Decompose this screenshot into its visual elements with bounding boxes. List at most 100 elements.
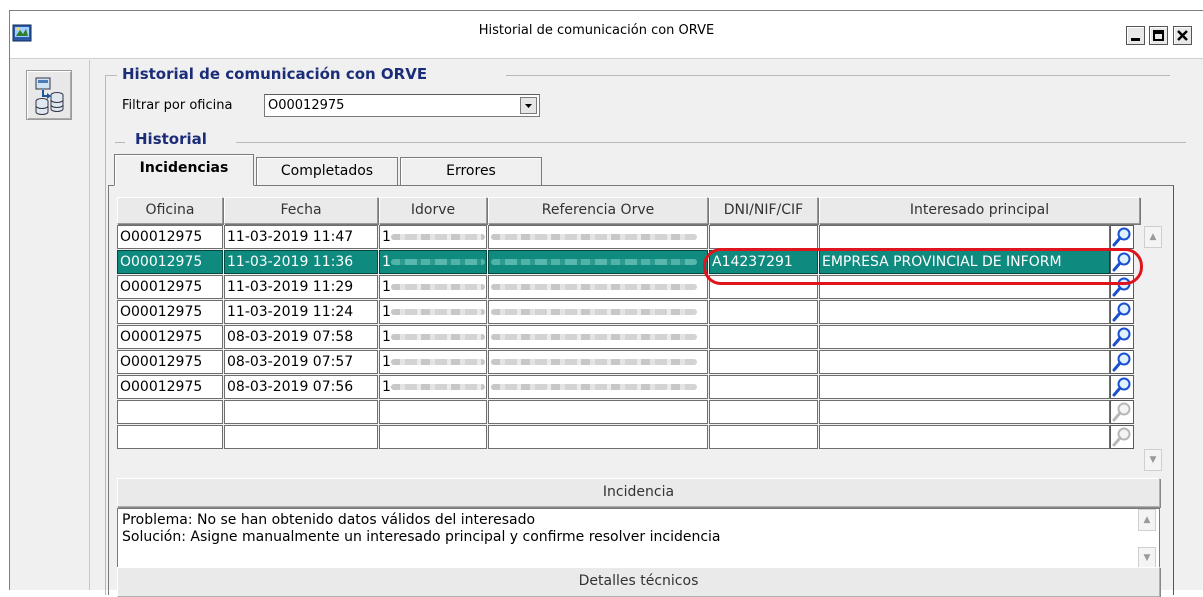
- magnifier-icon[interactable]: [1110, 350, 1134, 374]
- scroll-up-icon[interactable]: ▲: [1138, 509, 1156, 531]
- cell-dni[interactable]: [709, 375, 818, 399]
- redacted-value: [491, 334, 697, 340]
- cell-oficina-text: O00012975: [120, 254, 203, 270]
- dropdown-arrow-icon[interactable]: [520, 97, 537, 114]
- redacted-value: [390, 234, 485, 240]
- cell-dni[interactable]: [709, 425, 818, 449]
- cell-idorve[interactable]: 1: [379, 225, 487, 249]
- minimize-button[interactable]: [1126, 26, 1145, 45]
- magnifier-icon[interactable]: [1110, 325, 1134, 349]
- cell-interesado[interactable]: [819, 375, 1110, 399]
- redacted-value: [390, 334, 485, 340]
- cell-referencia[interactable]: [488, 375, 708, 399]
- cell-idorve[interactable]: 1: [379, 250, 487, 274]
- cell-referencia[interactable]: [488, 325, 708, 349]
- left-toolbar: [10, 60, 90, 590]
- cell-oficina[interactable]: [117, 425, 223, 449]
- column-header-fecha[interactable]: Fecha: [224, 197, 378, 224]
- maximize-icon: [1153, 30, 1164, 41]
- office-filter-select[interactable]: O00012975: [264, 94, 540, 117]
- group-border: [105, 75, 106, 595]
- cell-oficina[interactable]: [117, 400, 223, 424]
- cell-idorve-text: 1: [382, 354, 391, 370]
- cell-oficina[interactable]: O00012975: [117, 325, 223, 349]
- cell-oficina[interactable]: O00012975: [117, 350, 223, 374]
- maximize-button[interactable]: [1149, 26, 1168, 45]
- window-title: Historial de comunicación con ORVE: [478, 23, 715, 38]
- column-header-dni[interactable]: DNI/NIF/CIF: [709, 197, 818, 224]
- magnifier-icon[interactable]: [1110, 225, 1134, 249]
- redacted-value: [390, 259, 485, 265]
- cell-idorve[interactable]: 1: [379, 325, 487, 349]
- cell-dni[interactable]: [709, 400, 818, 424]
- cell-idorve[interactable]: 1: [379, 350, 487, 374]
- cell-fecha[interactable]: [224, 400, 378, 424]
- cell-referencia[interactable]: [488, 400, 708, 424]
- magnifier-icon[interactable]: [1110, 400, 1134, 424]
- annotation-highlight-circle: [703, 248, 1143, 285]
- cell-idorve-text: 1: [382, 279, 391, 295]
- scroll-down-icon[interactable]: ▼: [1144, 449, 1162, 471]
- cell-referencia[interactable]: [488, 225, 708, 249]
- column-header-idorve[interactable]: Idorve: [379, 197, 487, 224]
- magnifier-icon[interactable]: [1110, 300, 1134, 324]
- cell-referencia[interactable]: [488, 350, 708, 374]
- cell-fecha[interactable]: 08-03-2019 07:58: [224, 325, 378, 349]
- cell-fecha-text: 11-03-2019 11:24: [227, 304, 354, 320]
- incidencia-scrollbar[interactable]: ▲ ▼: [1138, 509, 1158, 569]
- cell-oficina[interactable]: O00012975: [117, 300, 223, 324]
- cell-idorve[interactable]: 1: [379, 300, 487, 324]
- scroll-down-icon[interactable]: ▼: [1138, 547, 1156, 569]
- cell-referencia[interactable]: [488, 275, 708, 299]
- column-header-oficina[interactable]: Oficina: [117, 197, 223, 224]
- group-border: [105, 75, 117, 76]
- cell-interesado[interactable]: [819, 350, 1110, 374]
- cell-fecha-text: 11-03-2019 11:29: [227, 279, 354, 295]
- magnifier-icon[interactable]: [1110, 375, 1134, 399]
- redacted-value: [491, 259, 697, 265]
- cell-fecha[interactable]: 08-03-2019 07:56: [224, 375, 378, 399]
- close-button[interactable]: [1173, 26, 1192, 45]
- detalles-header: Detalles técnicos: [117, 567, 1160, 597]
- tab-incidencias[interactable]: Incidencias: [114, 154, 254, 186]
- database-transfer-button[interactable]: [26, 70, 72, 120]
- table-scrollbar[interactable]: ▲ ▼: [1143, 225, 1163, 473]
- cell-oficina[interactable]: O00012975: [117, 250, 223, 274]
- cell-fecha[interactable]: 11-03-2019 11:36: [224, 250, 378, 274]
- cell-idorve[interactable]: 1: [379, 375, 487, 399]
- cell-fecha[interactable]: 08-03-2019 07:57: [224, 350, 378, 374]
- cell-oficina-text: O00012975: [120, 379, 203, 395]
- cell-idorve[interactable]: [379, 400, 487, 424]
- cell-fecha[interactable]: 11-03-2019 11:24: [224, 300, 378, 324]
- cell-idorve-text: 1: [382, 229, 391, 245]
- cell-oficina[interactable]: O00012975: [117, 375, 223, 399]
- scroll-up-icon[interactable]: ▲: [1144, 226, 1162, 248]
- cell-fecha[interactable]: 11-03-2019 11:29: [224, 275, 378, 299]
- cell-interesado[interactable]: [819, 425, 1110, 449]
- cell-idorve-text: 1: [382, 379, 391, 395]
- cell-oficina[interactable]: O00012975: [117, 225, 223, 249]
- cell-fecha[interactable]: 11-03-2019 11:47: [224, 225, 378, 249]
- column-header-interesado[interactable]: Interesado principal: [819, 197, 1140, 224]
- cell-referencia[interactable]: [488, 250, 708, 274]
- cell-dni[interactable]: [709, 225, 818, 249]
- magnifier-icon[interactable]: [1110, 425, 1134, 449]
- cell-oficina[interactable]: O00012975: [117, 275, 223, 299]
- cell-referencia[interactable]: [488, 425, 708, 449]
- database-transfer-icon: [35, 77, 64, 115]
- cell-interesado[interactable]: [819, 325, 1110, 349]
- cell-dni[interactable]: [709, 300, 818, 324]
- cell-idorve[interactable]: [379, 425, 487, 449]
- column-header-referencia[interactable]: Referencia Orve: [488, 197, 708, 224]
- cell-dni[interactable]: [709, 325, 818, 349]
- cell-interesado[interactable]: [819, 400, 1110, 424]
- cell-fecha[interactable]: [224, 425, 378, 449]
- cell-referencia[interactable]: [488, 300, 708, 324]
- tab-errores[interactable]: Errores: [400, 157, 542, 185]
- cell-idorve[interactable]: 1: [379, 275, 487, 299]
- cell-interesado[interactable]: [819, 225, 1110, 249]
- cell-interesado[interactable]: [819, 300, 1110, 324]
- minimize-icon: [1131, 38, 1140, 41]
- tab-completados[interactable]: Completados: [256, 157, 398, 185]
- cell-dni[interactable]: [709, 350, 818, 374]
